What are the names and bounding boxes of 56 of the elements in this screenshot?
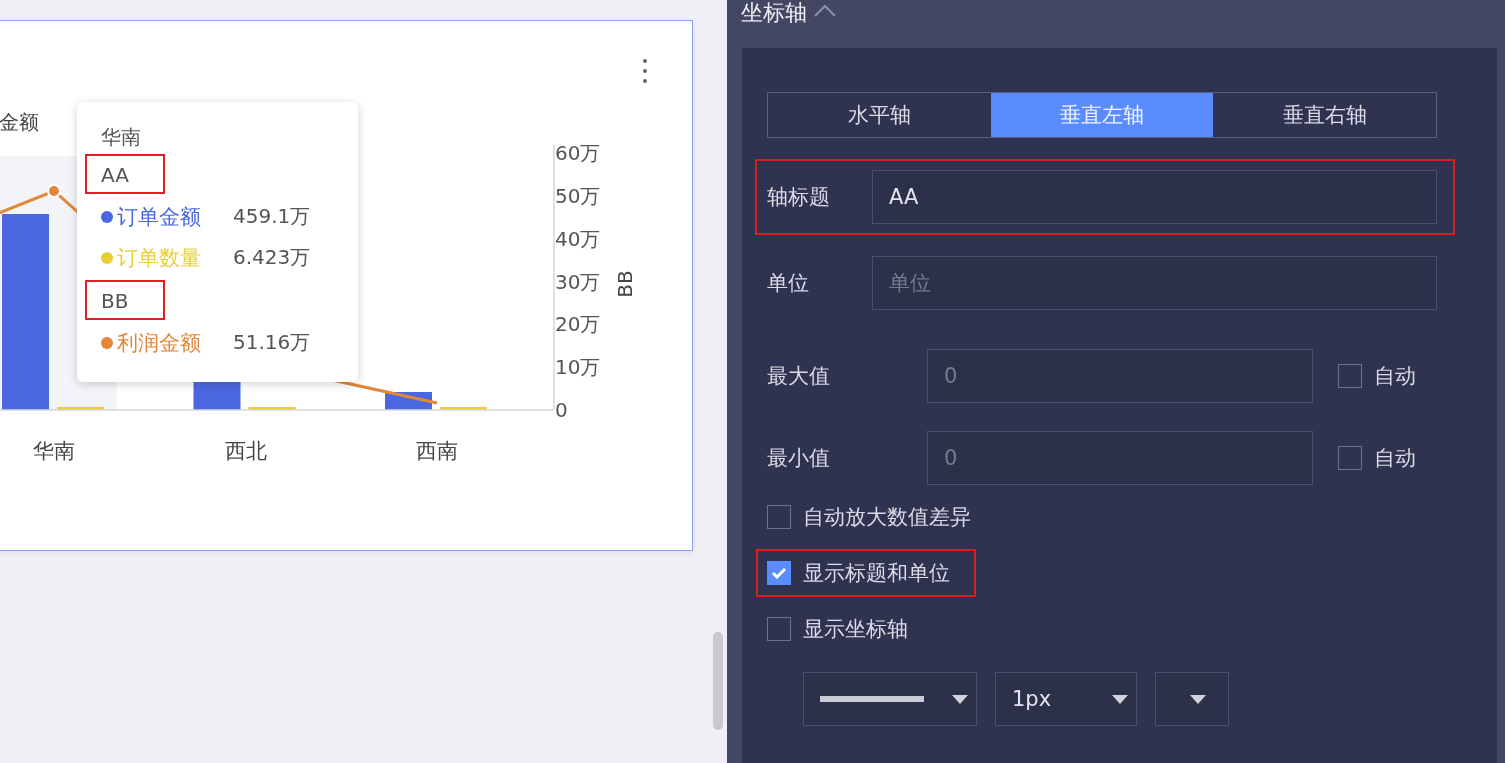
series-value: 51.16万: [233, 329, 311, 356]
more-menu-icon[interactable]: [642, 58, 648, 84]
caret-icon: [952, 694, 968, 704]
category-label: 西南: [416, 439, 458, 463]
caret-icon: [1112, 694, 1128, 704]
checkbox-label: 自动: [1374, 363, 1416, 390]
bar: [440, 407, 487, 410]
series-value: 459.1万: [233, 203, 311, 230]
section-title: 坐标轴: [741, 0, 807, 26]
category-label: 西北: [224, 439, 267, 463]
series-name: 订单金额: [117, 203, 202, 231]
axis-tab[interactable]: 垂直右轴: [1213, 93, 1436, 137]
checkbox[interactable]: [767, 505, 791, 529]
chevron-up-icon[interactable]: [813, 4, 837, 18]
line-style-select[interactable]: [803, 672, 977, 726]
axis-tick-label: 10万: [555, 355, 601, 380]
axis-name: AA: [85, 154, 165, 194]
legend-label: 金额: [0, 109, 39, 136]
input-field[interactable]: 0: [927, 349, 1313, 403]
axis-title: BB: [613, 270, 637, 298]
axis-tick-label: 30万: [555, 269, 601, 294]
checkbox-label: 自动: [1374, 445, 1416, 472]
line-color-select[interactable]: [1155, 672, 1229, 726]
check-icon: [771, 567, 787, 579]
tooltip-title: 华南: [101, 124, 142, 151]
checkbox-label: 显示坐标轴: [803, 616, 908, 643]
series-name: 订单数量: [117, 244, 202, 272]
axis-name: BB: [85, 280, 165, 320]
checkbox-label: 自动放大数值差异: [803, 504, 971, 531]
input-field[interactable]: AA: [872, 170, 1437, 224]
checkbox-label: 显示标题和单位: [803, 560, 950, 587]
field-label: 最小值: [767, 445, 831, 472]
axis-tick-label: 40万: [555, 226, 601, 251]
checkbox[interactable]: [1338, 364, 1362, 388]
input-field[interactable]: 0: [927, 431, 1313, 485]
series-value: 6.423万: [233, 244, 311, 271]
category-label: 华南: [33, 439, 75, 463]
axis-tick-label: 60万: [555, 141, 601, 165]
axis-tick-label: 20万: [555, 312, 601, 337]
axis-tab[interactable]: 水平轴: [768, 93, 991, 137]
field-label: 单位: [767, 270, 810, 297]
bar: [57, 407, 104, 410]
caret-icon: [1190, 694, 1206, 704]
field-label: 轴标题: [767, 184, 831, 211]
bar: [248, 407, 296, 410]
series-name: 利润金额: [117, 329, 202, 357]
checkbox[interactable]: [767, 617, 791, 641]
axis-tick-label: 0: [555, 398, 568, 422]
field-label: 最大值: [767, 363, 831, 390]
checkbox[interactable]: [1338, 446, 1362, 470]
line-width-select[interactable]: 1px: [995, 672, 1137, 726]
data-point: [47, 184, 61, 198]
scrollbar-thumb[interactable]: [713, 632, 723, 730]
axis-tick-label: 50万: [555, 183, 601, 208]
input-field[interactable]: 单位: [872, 256, 1437, 310]
checkbox[interactable]: [767, 561, 791, 585]
